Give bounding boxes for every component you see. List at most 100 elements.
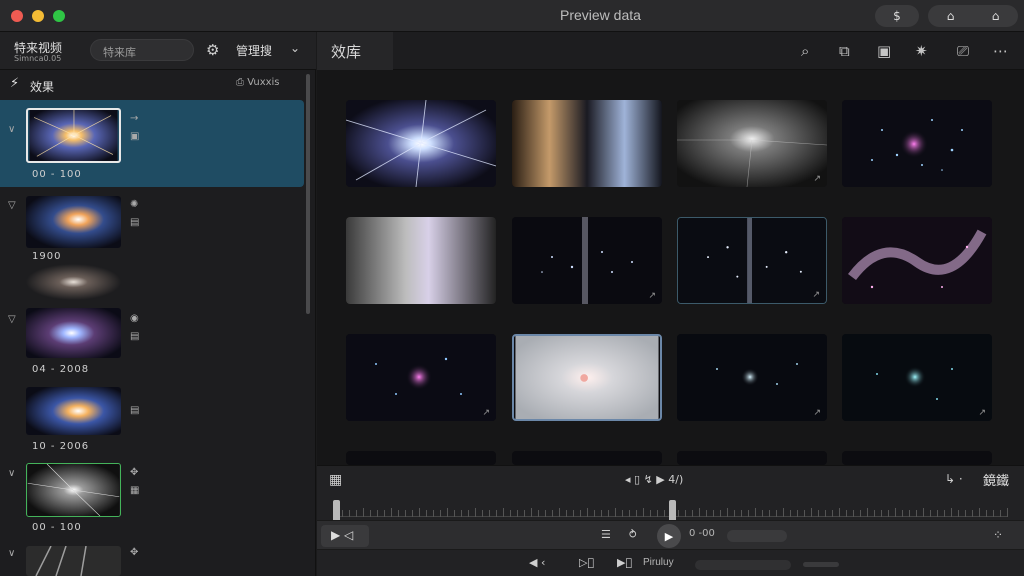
calendar-icon[interactable]: ▦ — [329, 472, 342, 488]
timeline-bottom-bar: ◀ ‹ ▷⃒ ▶⃒ Piruluy — [317, 550, 1024, 576]
library-subtitle: Simnca0.05 — [14, 54, 62, 63]
effects-icon[interactable]: ✷ — [915, 42, 928, 60]
tab-effects-library[interactable]: 效库 — [317, 32, 393, 70]
effect-tile[interactable]: ↗ — [677, 100, 827, 187]
effects-grid: ↗ ↗ ↗ ↗ ↗ ↗ — [317, 70, 1024, 465]
more-icon[interactable]: ⋯ — [993, 42, 1008, 60]
effect-tile[interactable] — [346, 451, 496, 465]
ruler-tick — [692, 510, 693, 517]
home-icon[interactable]: ⌂ — [992, 9, 1000, 23]
effect-thumbnail — [26, 308, 121, 358]
next-frame-icon[interactable]: ▷⃒ — [579, 556, 594, 569]
forward-icon[interactable]: ▶⃒ — [617, 556, 632, 569]
split-icon[interactable]: ⧉ — [839, 42, 850, 60]
search-icon[interactable]: ⌕ — [801, 42, 809, 60]
library-search-input[interactable]: 特来库 — [90, 39, 194, 61]
sidebar-item[interactable]: ∨ ✥ — [0, 542, 304, 576]
sparkle-icon[interactable]: ✥ — [130, 544, 138, 562]
grid-icon[interactable]: ▦ — [130, 482, 139, 500]
ruler-tick — [545, 510, 546, 517]
ruler-tick — [965, 510, 966, 517]
import-button[interactable]: ⎙ Vuxxis — [236, 77, 280, 88]
effect-tile[interactable]: ↗ — [512, 217, 662, 304]
share-icon[interactable]: ⌂ — [947, 9, 955, 23]
currency-button[interactable]: $ — [875, 5, 919, 27]
effect-tile[interactable] — [677, 451, 827, 465]
effect-tile[interactable] — [842, 217, 992, 304]
eye-icon[interactable]: ◉ — [130, 310, 139, 328]
ruler-tick — [594, 510, 595, 517]
timeline-label[interactable]: 鏡鐵 — [983, 470, 1009, 489]
share-button-group[interactable]: ⌂ ⌂ — [928, 5, 1018, 27]
ruler-tick — [699, 508, 700, 517]
close-window-button[interactable] — [11, 10, 23, 22]
disclosure-icon[interactable]: ▽ — [8, 200, 16, 211]
ruler-tick — [923, 508, 924, 517]
ruler-tick — [713, 510, 714, 517]
ruler-tick — [734, 510, 735, 517]
gear-icon[interactable]: ⚙ — [206, 41, 219, 59]
arrow-icon[interactable]: → — [130, 110, 139, 128]
sidebar-item[interactable]: ▤ 10 - 2006 — [0, 384, 304, 460]
ruler-tick — [762, 510, 763, 517]
minimize-window-button[interactable] — [32, 10, 44, 22]
transport-controls[interactable]: ◂ ▯ ↯ ▶ 4/) — [625, 473, 683, 486]
ruler-tick — [993, 510, 994, 517]
folder-icon[interactable]: ▣ — [130, 128, 139, 146]
zoom-slider[interactable] — [803, 562, 839, 567]
play-back-button[interactable]: ▶ ◁ — [321, 525, 369, 547]
import-label: Vuxxis — [247, 77, 280, 88]
effect-tile[interactable]: ↗ — [842, 334, 992, 421]
sparkle-icon[interactable]: ✺ — [130, 196, 139, 214]
ruler-tick — [867, 508, 868, 517]
settings-dots-icon[interactable]: ⁘ — [993, 528, 1003, 542]
in-point-handle[interactable] — [333, 500, 340, 522]
effect-tile[interactable] — [842, 100, 992, 187]
effect-tile[interactable] — [512, 100, 662, 187]
sidebar-item[interactable]: ▽ ◉ ▤ 04 - 2008 — [0, 306, 304, 381]
ruler-tick — [559, 508, 560, 517]
ruler-tick — [384, 510, 385, 517]
timecode-field[interactable] — [727, 530, 787, 542]
preview-field[interactable] — [695, 560, 791, 570]
effect-tile[interactable]: ↗ — [346, 334, 496, 421]
disclosure-icon[interactable]: ▽ — [8, 314, 16, 325]
effect-tile-selected[interactable] — [512, 334, 662, 421]
clip-icon[interactable]: ▣ — [877, 42, 891, 60]
effect-tile[interactable]: ↗ — [677, 217, 827, 304]
chevron-down-icon[interactable]: ⌄ — [290, 41, 300, 55]
playhead-handle[interactable] — [669, 500, 676, 522]
ruler-tick — [902, 510, 903, 517]
sidebar-title-row: ⚡ 效果 ⎙ Vuxxis — [0, 70, 315, 100]
effect-thumbnail — [26, 108, 121, 163]
folder-icon[interactable]: ▤ — [130, 214, 139, 232]
ruler-tick — [916, 510, 917, 517]
folder-icon[interactable]: ▤ — [130, 402, 139, 420]
list-icon[interactable]: ☰ — [601, 528, 611, 541]
effect-tile[interactable] — [512, 451, 662, 465]
prev-icon[interactable]: ◀ ‹ — [529, 556, 545, 569]
link-icon[interactable]: ↳ · — [945, 472, 963, 486]
sparkle-icon[interactable]: ✥ — [130, 464, 139, 482]
sidebar-scrollbar[interactable] — [306, 74, 310, 314]
ruler-tick — [496, 510, 497, 517]
disclosure-icon[interactable]: ∨ — [8, 548, 15, 559]
tile-badge-icon: ↗ — [482, 408, 490, 418]
effect-tile[interactable] — [346, 100, 496, 187]
sidebar-item[interactable]: ∨ → ▣ 00 - 100 — [0, 100, 304, 187]
disclosure-icon[interactable]: ∨ — [8, 468, 15, 479]
zoom-window-button[interactable] — [53, 10, 65, 22]
play-button[interactable]: ▶ — [657, 524, 681, 548]
ruler-tick — [426, 510, 427, 517]
disclosure-icon[interactable]: ∨ — [8, 124, 15, 135]
ruler-tick — [461, 510, 462, 517]
manage-button[interactable]: 管理搜 — [236, 42, 272, 59]
sidebar-item[interactable]: ∨ ✥ ▦ 00 - 100 — [0, 460, 304, 540]
loop-icon[interactable]: ⥁ — [629, 528, 637, 541]
effect-tile[interactable]: ↗ — [677, 334, 827, 421]
effect-tile[interactable] — [842, 451, 992, 465]
caption-icon[interactable]: ⎚ — [957, 42, 969, 60]
sidebar-item[interactable]: ▽ ✺ ▤ 1900 — [0, 192, 304, 302]
folder-icon[interactable]: ▤ — [130, 328, 139, 346]
effect-tile[interactable] — [346, 217, 496, 304]
